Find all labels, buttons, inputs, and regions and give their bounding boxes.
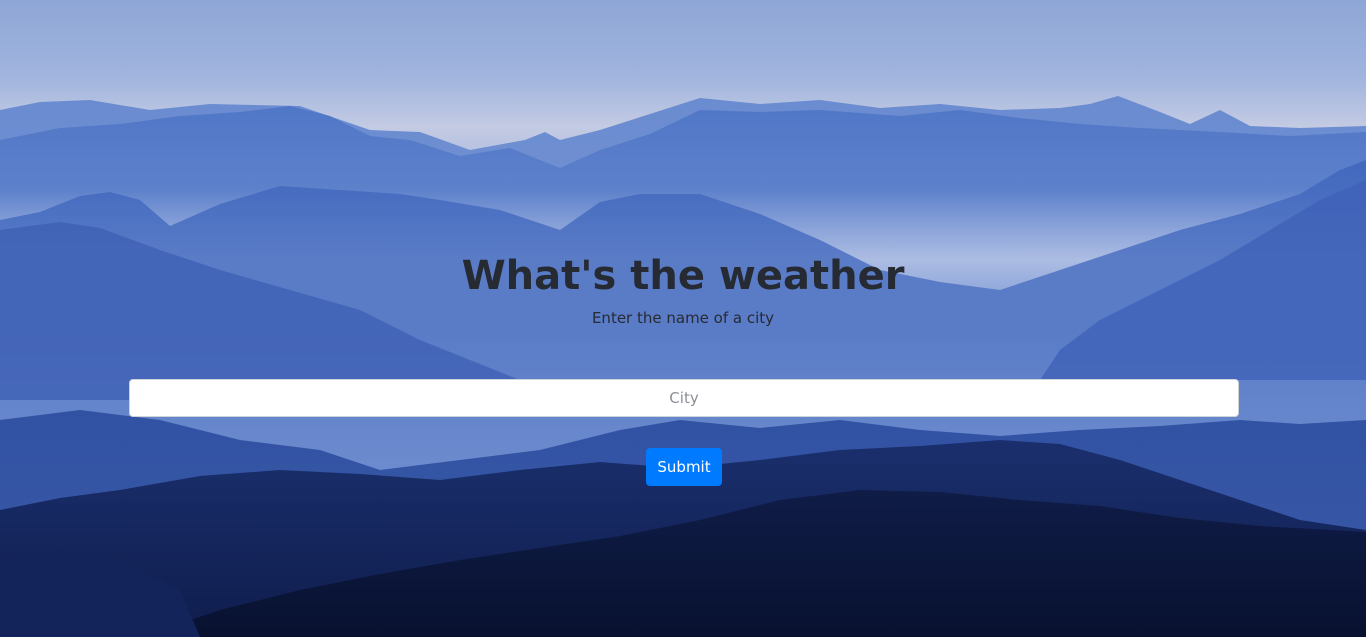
page-subtitle: Enter the name of a city	[591, 309, 775, 327]
search-panel: What's the weather Enter the name of a c…	[0, 0, 1366, 637]
submit-button[interactable]: Submit	[646, 448, 722, 486]
page-title: What's the weather	[461, 253, 905, 299]
city-input[interactable]	[129, 379, 1239, 417]
weather-page: What's the weather Enter the name of a c…	[0, 0, 1366, 637]
